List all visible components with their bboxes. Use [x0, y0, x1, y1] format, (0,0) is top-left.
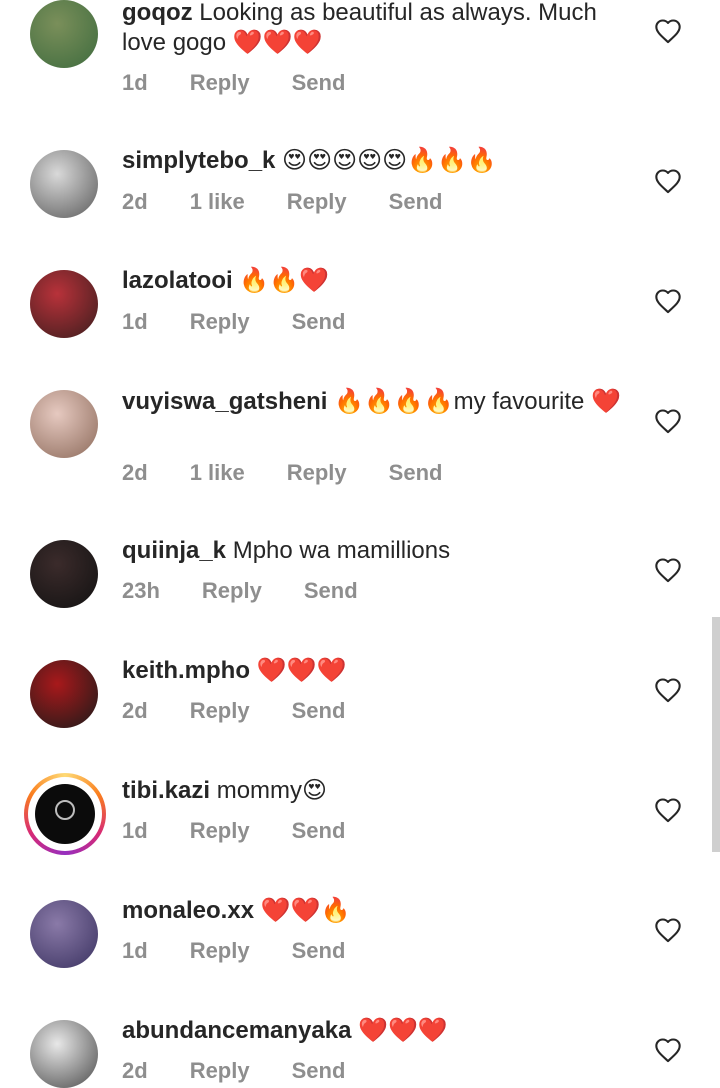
reply-button[interactable]: Reply — [190, 938, 250, 964]
heart-outline-icon[interactable] — [654, 797, 682, 823]
comment-meta: 1d Reply Send — [122, 938, 387, 964]
comment-meta: 1d Reply Send — [122, 818, 387, 844]
comment-text: keith.mpho ❤️❤️❤️ — [122, 656, 622, 686]
comment-text: abundancemanyaka ❤️❤️❤️ — [122, 1016, 622, 1046]
comment-text: lazolatooi 🔥🔥❤️ — [122, 266, 622, 296]
comment-meta: 1d Reply Send — [122, 309, 387, 335]
username[interactable]: keith.mpho — [122, 657, 250, 684]
comment-body: ❤️❤️🔥 — [254, 897, 351, 924]
reply-button[interactable]: Reply — [202, 578, 262, 604]
send-button[interactable]: Send — [292, 698, 346, 724]
comment-text: goqoz Looking as beautiful as always. Mu… — [122, 0, 622, 58]
scrollbar[interactable] — [712, 617, 720, 852]
send-button[interactable]: Send — [389, 189, 443, 215]
heart-outline-icon[interactable] — [654, 288, 682, 314]
heart-outline-icon[interactable] — [654, 917, 682, 943]
timestamp: 1d — [122, 818, 148, 843]
avatar[interactable] — [30, 900, 98, 968]
comment-body: Mpho wa mamillions — [226, 537, 451, 564]
timestamp: 2d — [122, 698, 148, 723]
timestamp: 1d — [122, 309, 148, 334]
avatar[interactable] — [30, 390, 98, 458]
comment-text: monaleo.xx ❤️❤️🔥 — [122, 896, 622, 926]
timestamp: 2d — [122, 189, 148, 214]
timestamp: 2d — [122, 1058, 148, 1083]
comment-meta: 2d Reply Send — [122, 1058, 387, 1084]
send-button[interactable]: Send — [304, 578, 358, 604]
heart-outline-icon[interactable] — [654, 557, 682, 583]
like-count[interactable]: 1 like — [190, 460, 245, 486]
comment-body: 🔥🔥❤️ — [232, 267, 329, 294]
comment-meta: 23h Reply Send — [122, 578, 400, 604]
send-button[interactable]: Send — [292, 818, 346, 844]
comment-meta: 2d 1 like Reply Send — [122, 189, 484, 215]
heart-outline-icon[interactable] — [654, 408, 682, 434]
avatar[interactable] — [30, 0, 98, 68]
comment-body: 😍😍😍😍😍🔥🔥🔥 — [275, 147, 497, 174]
reply-button[interactable]: Reply — [190, 70, 250, 96]
username[interactable]: goqoz — [122, 0, 193, 26]
send-button[interactable]: Send — [292, 309, 346, 335]
timestamp: 23h — [122, 578, 160, 603]
reply-button[interactable]: Reply — [190, 698, 250, 724]
timestamp: 1d — [122, 70, 148, 95]
username[interactable]: abundancemanyaka — [122, 1017, 351, 1044]
reply-button[interactable]: Reply — [190, 309, 250, 335]
heart-outline-icon[interactable] — [654, 168, 682, 194]
comment-text: simplytebo_k 😍😍😍😍😍🔥🔥🔥 — [122, 146, 622, 176]
comment-body: Looking as beautiful as always. Much lov… — [122, 0, 597, 56]
avatar[interactable] — [30, 540, 98, 608]
reply-button[interactable]: Reply — [287, 460, 347, 486]
comment-text: quiinja_k Mpho wa mamillions — [122, 536, 622, 566]
reply-button[interactable]: Reply — [190, 1058, 250, 1084]
comment-body: 🔥🔥🔥🔥my favourite ❤️ — [327, 388, 621, 415]
avatar[interactable] — [30, 1020, 98, 1088]
like-count[interactable]: 1 like — [190, 189, 245, 215]
comment-text: tibi.kazi mommy😍 — [122, 776, 622, 806]
avatar[interactable] — [24, 773, 106, 855]
username[interactable]: monaleo.xx — [122, 897, 254, 924]
avatar[interactable] — [30, 150, 98, 218]
heart-outline-icon[interactable] — [654, 1037, 682, 1063]
send-button[interactable]: Send — [389, 460, 443, 486]
send-button[interactable]: Send — [292, 70, 346, 96]
reply-button[interactable]: Reply — [190, 818, 250, 844]
comment-text: vuyiswa_gatsheni 🔥🔥🔥🔥my favourite ❤️ — [122, 387, 622, 417]
username[interactable]: tibi.kazi — [122, 777, 210, 804]
comment-meta: 1d Reply Send — [122, 70, 387, 96]
send-button[interactable]: Send — [292, 938, 346, 964]
comment-meta: 2d 1 like Reply Send — [122, 460, 484, 486]
heart-outline-icon[interactable] — [654, 677, 682, 703]
comment-body: mommy😍 — [210, 777, 328, 804]
timestamp: 2d — [122, 460, 148, 485]
comment-body: ❤️❤️❤️ — [250, 657, 347, 684]
username[interactable]: vuyiswa_gatsheni — [122, 388, 327, 415]
username[interactable]: simplytebo_k — [122, 147, 275, 174]
heart-outline-icon[interactable] — [654, 18, 682, 44]
send-button[interactable]: Send — [292, 1058, 346, 1084]
reply-button[interactable]: Reply — [287, 189, 347, 215]
username[interactable]: quiinja_k — [122, 537, 226, 564]
timestamp: 1d — [122, 938, 148, 963]
comment-body: ❤️❤️❤️ — [351, 1017, 448, 1044]
avatar[interactable] — [30, 660, 98, 728]
comment-meta: 2d Reply Send — [122, 698, 387, 724]
avatar[interactable] — [30, 270, 98, 338]
username[interactable]: lazolatooi — [122, 267, 233, 294]
